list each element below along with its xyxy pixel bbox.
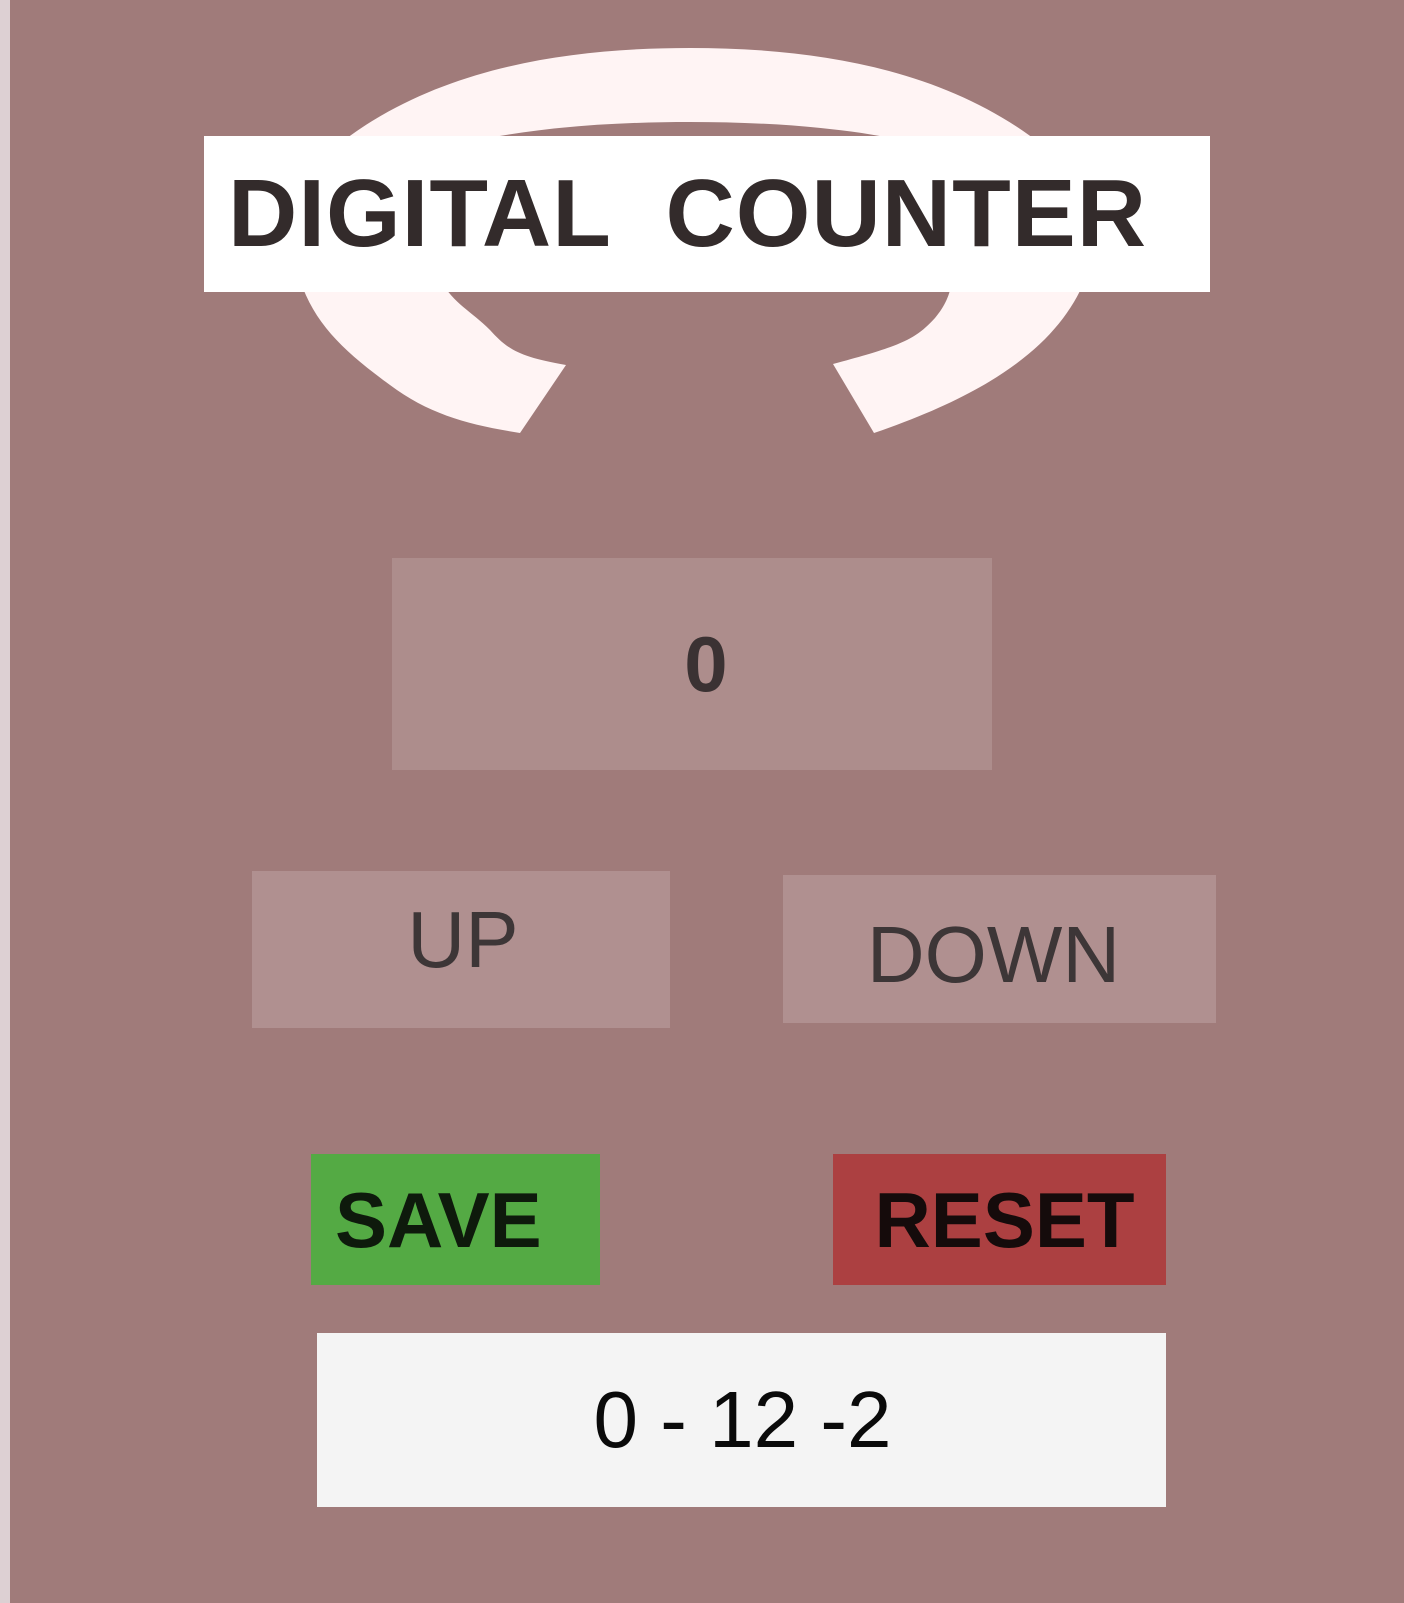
reset-button-label: RESET [874,1175,1135,1264]
down-button[interactable]: DOWN [783,875,1216,1023]
saved-values-text: 0 - 12 -2 [593,1375,892,1464]
page-title: DIGITAL COUNTER [228,160,1148,267]
up-button[interactable]: UP [252,871,670,1028]
counter-display: 0 [392,558,992,770]
emblem-arrow-right [833,280,1085,433]
emblem-arrow-left [300,280,566,433]
down-button-label: DOWN [866,910,1121,999]
save-button-label: SAVE [335,1175,542,1264]
title-banner: DIGITAL COUNTER [204,136,1210,292]
counter-value: 0 [684,620,728,708]
reset-button[interactable]: RESET [833,1154,1166,1285]
save-button[interactable]: SAVE [311,1154,600,1285]
saved-values-panel: 0 - 12 -2 [317,1333,1166,1507]
up-button-label: UP [407,894,519,984]
